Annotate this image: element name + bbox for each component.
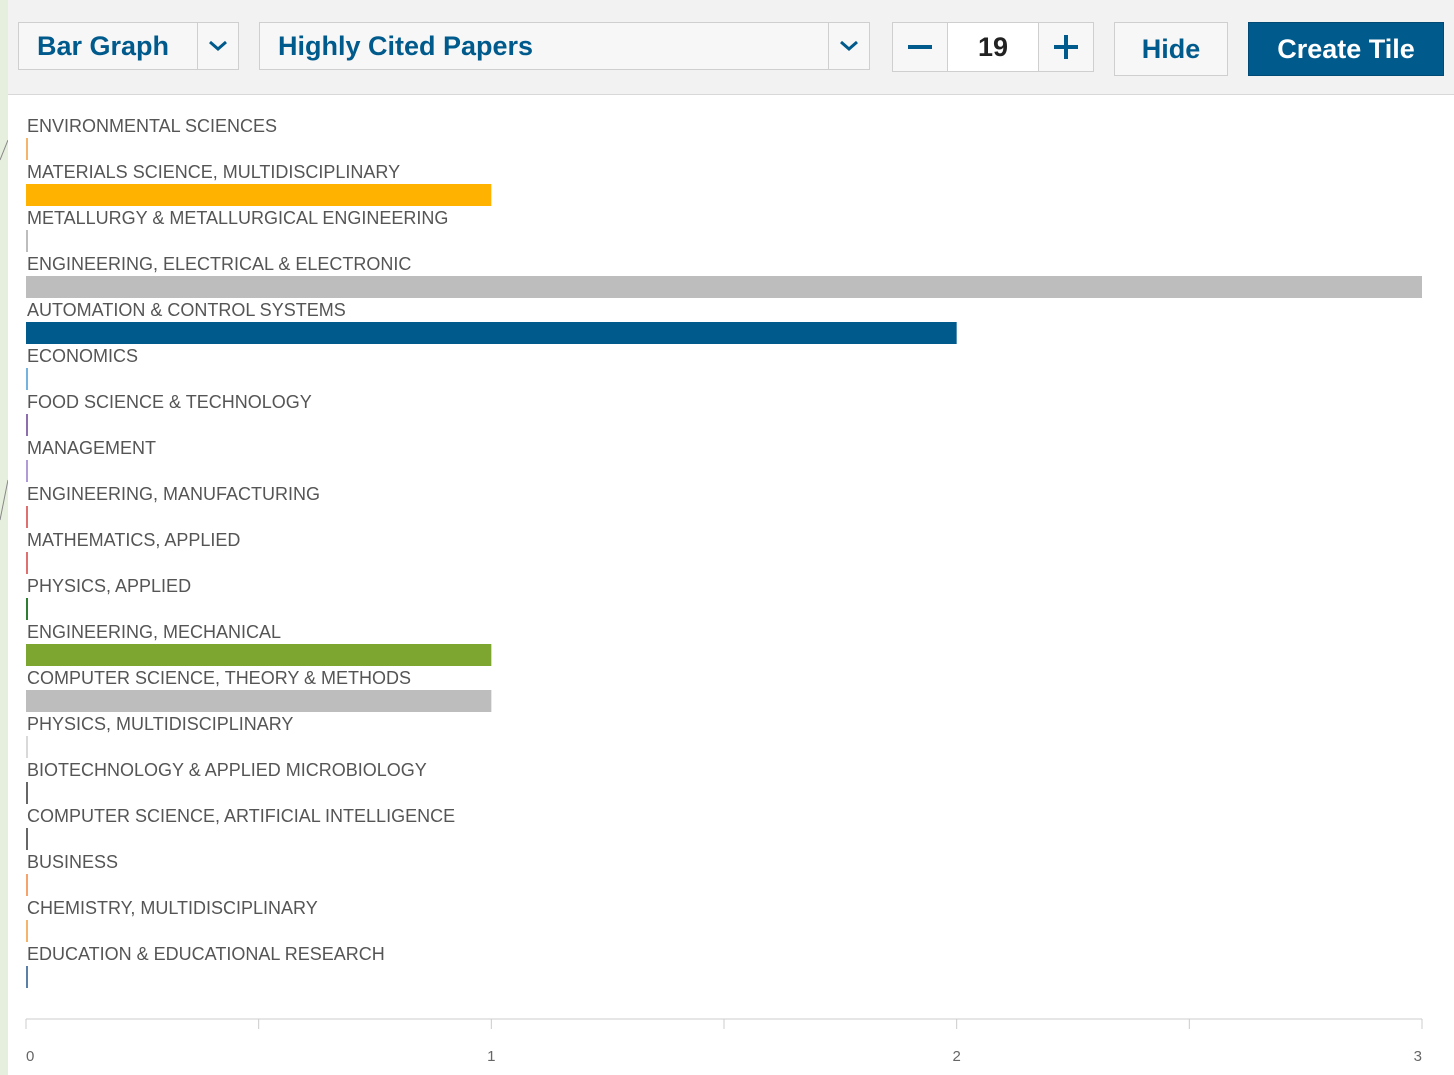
category-label: PHYSICS, APPLIED [27, 576, 191, 596]
chart-panel: Bar Graph Highly Cited Papers 19 Hide Cr… [8, 0, 1454, 1075]
category-label: METALLURGY & METALLURGICAL ENGINEERING [27, 208, 448, 228]
metric-select[interactable]: Highly Cited Papers [259, 22, 870, 70]
bar [26, 230, 28, 252]
bar-chart-svg: ENVIRONMENTAL SCIENCES MATERIALS SCIENCE,… [25, 116, 1423, 1065]
minus-icon [908, 45, 932, 49]
category-label: MATERIALS SCIENCE, MULTIDISCIPLINARY [27, 162, 400, 182]
x-tick-label: 2 [952, 1048, 960, 1065]
bar [26, 828, 28, 850]
count-stepper: 19 [892, 22, 1094, 72]
category-label: FOOD SCIENCE & TECHNOLOGY [27, 392, 312, 412]
chevron-down-icon[interactable] [828, 23, 869, 69]
bar [26, 506, 28, 528]
bar [26, 368, 28, 390]
hide-button[interactable]: Hide [1114, 22, 1228, 76]
bar [26, 736, 28, 758]
x-tick-label: 3 [1414, 1048, 1422, 1065]
category-label: BIOTECHNOLOGY & APPLIED MICROBIOLOGY [27, 760, 427, 780]
category-label: EDUCATION & EDUCATIONAL RESEARCH [27, 944, 385, 964]
count-input[interactable]: 19 [948, 23, 1038, 71]
bar [26, 138, 28, 160]
bar [26, 690, 492, 712]
chevron-down-icon[interactable] [197, 23, 238, 69]
bar [26, 966, 28, 988]
category-label: MATHEMATICS, APPLIED [27, 530, 240, 550]
bar [26, 644, 492, 666]
category-label: ENGINEERING, ELECTRICAL & ELECTRONIC [27, 254, 411, 274]
category-label: MANAGEMENT [27, 438, 156, 458]
plus-icon [1054, 35, 1078, 59]
create-tile-button[interactable]: Create Tile [1248, 22, 1444, 76]
category-label: PHYSICS, MULTIDISCIPLINARY [27, 714, 293, 734]
category-label: ENVIRONMENTAL SCIENCES [27, 116, 277, 136]
bar [26, 920, 28, 942]
chart-type-value: Bar Graph [37, 30, 170, 61]
metric-value: Highly Cited Papers [278, 30, 534, 61]
bar [26, 414, 28, 436]
bar [26, 460, 28, 482]
bar [26, 782, 28, 804]
category-label: ENGINEERING, MANUFACTURING [27, 484, 320, 504]
bar-chart: ENVIRONMENTAL SCIENCES MATERIALS SCIENCE,… [8, 96, 1454, 1075]
category-label: CHEMISTRY, MULTIDISCIPLINARY [27, 898, 318, 918]
slide-decoration [0, 139, 8, 521]
bar [26, 874, 28, 896]
category-label: ENGINEERING, MECHANICAL [27, 622, 281, 642]
toolbar: Bar Graph Highly Cited Papers 19 Hide Cr… [8, 0, 1454, 95]
bar [26, 276, 1422, 298]
bar [26, 552, 28, 574]
category-label: AUTOMATION & CONTROL SYSTEMS [27, 300, 346, 320]
decrement-button[interactable] [893, 23, 948, 71]
bar [26, 598, 28, 620]
x-tick-label: 0 [26, 1048, 34, 1065]
category-label: ECONOMICS [27, 346, 138, 366]
category-label: BUSINESS [27, 852, 118, 872]
category-label: COMPUTER SCIENCE, THEORY & METHODS [27, 668, 411, 688]
bar [26, 184, 492, 206]
category-label: COMPUTER SCIENCE, ARTIFICIAL INTELLIGENC… [27, 806, 455, 826]
increment-button[interactable] [1038, 23, 1093, 71]
x-tick-label: 1 [487, 1048, 495, 1065]
bar [26, 322, 957, 344]
chart-type-select[interactable]: Bar Graph [18, 22, 239, 70]
